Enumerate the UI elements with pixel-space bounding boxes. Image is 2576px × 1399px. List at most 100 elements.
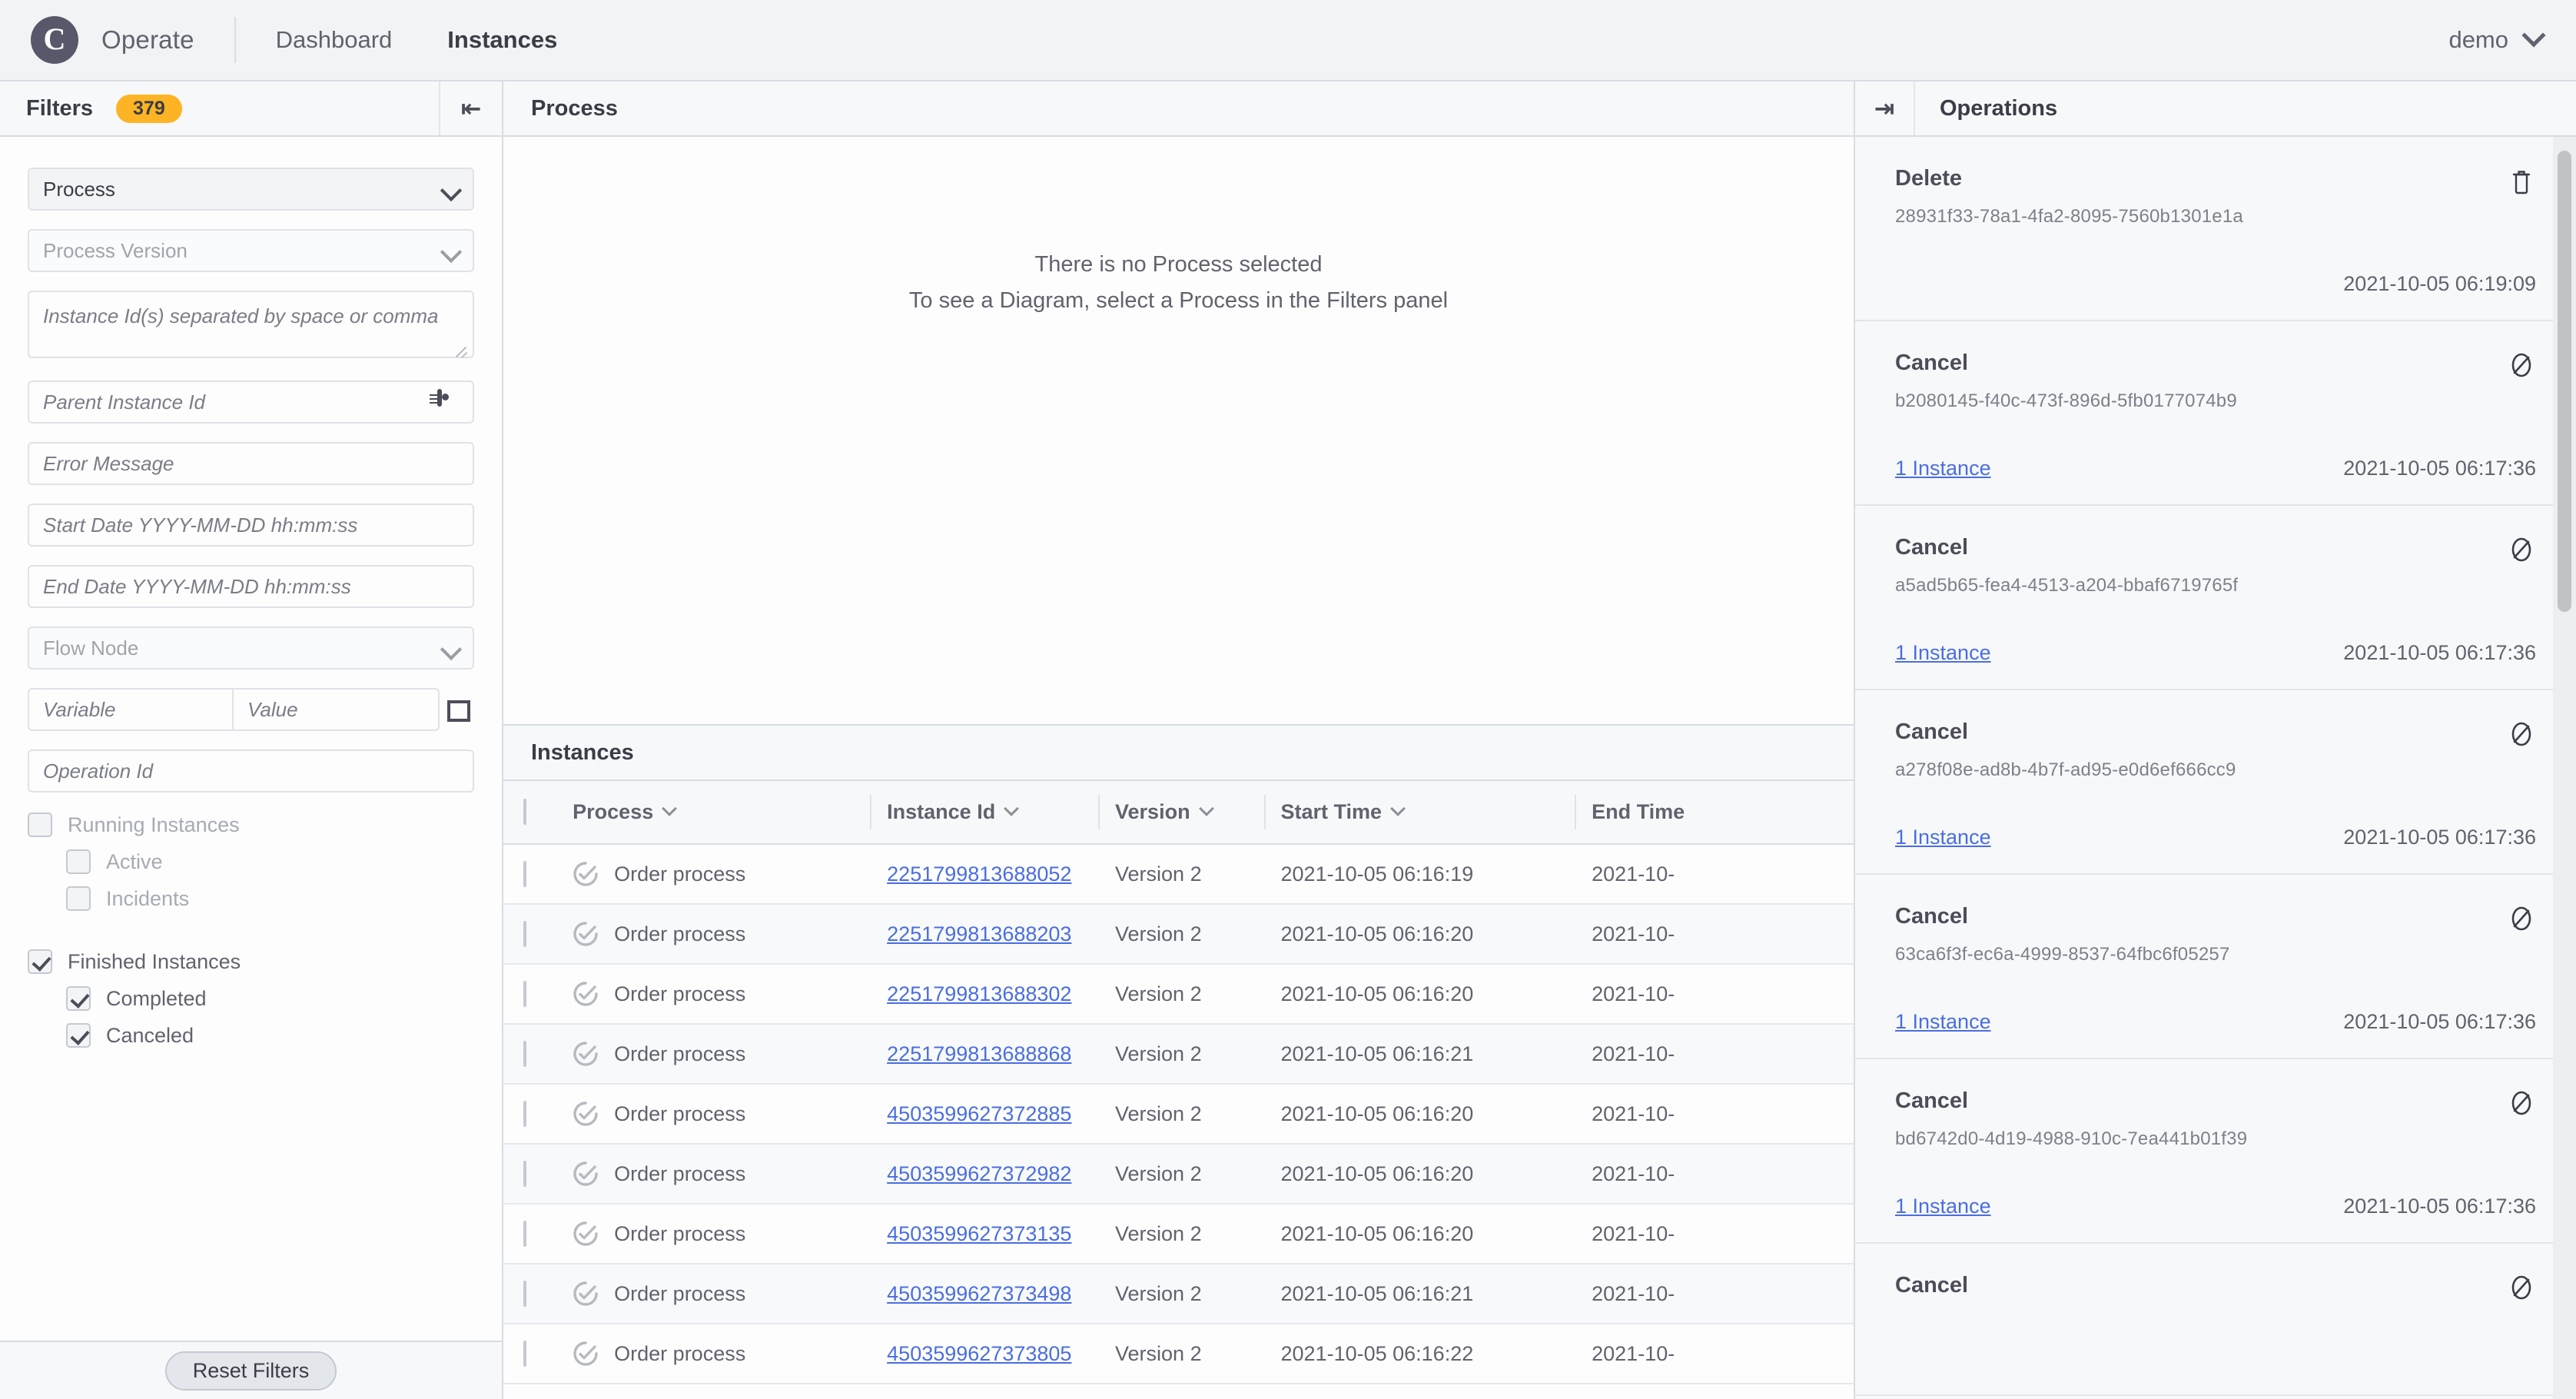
process-select[interactable]: Process <box>28 168 474 211</box>
instance-id-link[interactable]: 4503599627372982 <box>887 1162 1071 1185</box>
checkbox-finished-instances[interactable]: Finished Instances <box>28 949 474 974</box>
version-value: Version 2 <box>1115 1042 1202 1065</box>
cancel-icon[interactable] <box>2507 904 2536 933</box>
completed-icon <box>573 1161 599 1187</box>
variable-name-input[interactable] <box>28 688 234 731</box>
process-select-wrap: Process <box>28 168 474 211</box>
checkbox-canceled[interactable]: Canceled <box>28 1023 474 1048</box>
row-select-cell <box>503 1024 556 1084</box>
end-date-input[interactable] <box>28 565 474 608</box>
sort-instance-id[interactable]: Instance Id <box>887 800 1017 824</box>
table-row[interactable]: Order process4503599627373805Version 220… <box>503 1324 1854 1384</box>
collapse-filters-button[interactable]: ⇤ <box>439 81 502 135</box>
filters-count-badge: 379 <box>116 95 182 123</box>
reset-filters-button[interactable]: Reset Filters <box>165 1351 337 1391</box>
operation-instances-link[interactable]: 1 Instance <box>1895 457 1991 480</box>
row-checkbox[interactable] <box>523 861 526 887</box>
table-row[interactable]: Order process2251799813688203Version 220… <box>503 904 1854 964</box>
expand-operations-button[interactable]: ⇥ <box>1855 81 1915 135</box>
operation-footer: 1 Instance2021-10-05 06:17:36 <box>1895 1193 2536 1219</box>
row-checkbox[interactable] <box>523 1161 526 1187</box>
instance-id-link[interactable]: 4503599627372885 <box>887 1102 1071 1125</box>
table-row[interactable]: Order process4503599627373498Version 220… <box>503 1264 1854 1324</box>
cancel-icon[interactable] <box>2507 719 2536 749</box>
cell-process: Order process <box>556 844 870 904</box>
completed-icon <box>573 1281 599 1307</box>
nav-item-dashboard[interactable]: Dashboard <box>276 26 393 54</box>
sort-end-time[interactable]: End Time <box>1592 800 1685 824</box>
table-row[interactable]: Order process4503599627372885Version 220… <box>503 1084 1854 1144</box>
operation-instances-link[interactable]: 1 Instance <box>1895 1010 1991 1034</box>
operation-item[interactable]: Cancel <box>1855 1244 2576 1396</box>
cell-version: Version 2 <box>1098 844 1264 904</box>
user-menu[interactable]: demo <box>2448 26 2542 54</box>
cancel-icon[interactable] <box>2507 1273 2536 1302</box>
row-checkbox[interactable] <box>523 1221 526 1247</box>
process-version-select[interactable]: Process Version <box>28 229 474 272</box>
row-checkbox[interactable] <box>523 1341 526 1367</box>
version-value: Version 2 <box>1115 922 1202 945</box>
operation-item[interactable]: Cancela278f08e-ad8b-4b7f-ad95-e0d6ef666c… <box>1855 690 2576 875</box>
operation-id-input[interactable] <box>28 749 474 793</box>
variable-value-input[interactable] <box>234 688 440 731</box>
operations-scrollbar[interactable] <box>2558 151 2571 612</box>
table-row[interactable]: Order process 2251799813688052 Version 220… <box>503 844 1854 904</box>
table-row[interactable]: Order process2251799813688302Version 220… <box>503 964 1854 1024</box>
operation-instances-link[interactable]: 1 Instance <box>1895 641 1991 665</box>
sort-start-time[interactable]: Start Time <box>1281 800 1404 824</box>
cancel-icon[interactable] <box>2507 535 2536 564</box>
process-name: Order process <box>614 1102 745 1126</box>
operation-item[interactable]: Cancel63ca6f3f-ec6a-4999-8537-64fbc6f052… <box>1855 875 2576 1059</box>
operation-instances-link[interactable]: 1 Instance <box>1895 826 1991 849</box>
trash-icon[interactable] <box>2507 166 2536 195</box>
table-row[interactable]: Order process2251799813688868Version 220… <box>503 1024 1854 1084</box>
sort-version[interactable]: Version <box>1115 800 1212 824</box>
checkbox-active[interactable]: Active <box>28 849 474 874</box>
table-row[interactable]: Order process4503599627373135Version 220… <box>503 1204 1854 1264</box>
select-all-checkbox[interactable] <box>523 799 526 825</box>
instance-ids-textarea[interactable] <box>28 291 474 358</box>
instance-id-link[interactable]: 4503599627373805 <box>887 1342 1071 1365</box>
instance-id-link[interactable]: 4503599627373498 <box>887 1282 1071 1305</box>
checkbox-running-instances[interactable]: Running Instances <box>28 812 474 837</box>
start-date-input[interactable] <box>28 503 474 547</box>
cell-start-time: 2021-10-05 06:16:20 <box>1264 1204 1575 1264</box>
operation-item[interactable]: Cancela5ad5b65-fea4-4513-a204-bbaf671976… <box>1855 506 2576 690</box>
start-time-value: 2021-10-05 06:16:20 <box>1281 1102 1474 1125</box>
instance-id-link[interactable]: 2251799813688052 <box>887 862 1071 886</box>
operation-item[interactable]: Cancelbd6742d0-4d19-4988-910c-7ea441b01f… <box>1855 1059 2576 1244</box>
checkbox-completed[interactable]: Completed <box>28 986 474 1011</box>
nav-item-instances[interactable]: Instances <box>447 26 557 54</box>
error-message-input[interactable] <box>28 442 474 485</box>
state-filter-checkboxes: Running Instances Active Incidents Finis… <box>28 812 474 1048</box>
instances-table-head: Process Instance Id <box>503 781 1854 844</box>
filters-title: Filters <box>26 96 93 121</box>
instance-id-link[interactable]: 2251799813688868 <box>887 1042 1071 1065</box>
operation-item[interactable]: Delete28931f33-78a1-4fa2-8095-7560b1301e… <box>1855 137 2576 321</box>
table-row[interactable]: Order process4503599627372982Version 220… <box>503 1144 1854 1204</box>
instance-id-link[interactable]: 2251799813688302 <box>887 982 1071 1005</box>
operation-item[interactable]: Cancelb2080145-f40c-473f-896d-5fb0177074… <box>1855 321 2576 506</box>
cell-version: Version 2 <box>1098 964 1264 1024</box>
row-checkbox[interactable] <box>523 1281 526 1307</box>
select-all-header <box>503 781 556 844</box>
version-value: Version 2 <box>1115 1222 1202 1245</box>
cancel-icon[interactable] <box>2507 351 2536 380</box>
checkbox-label: Canceled <box>106 1024 194 1048</box>
sort-process[interactable]: Process <box>573 800 675 824</box>
empty-state-line-2: To see a Diagram, select a Process in th… <box>909 288 1448 314</box>
row-checkbox[interactable] <box>523 981 526 1007</box>
checkbox-incidents[interactable]: Incidents <box>28 886 474 911</box>
row-checkbox[interactable] <box>523 921 526 947</box>
flow-node-select[interactable]: Flow Node <box>28 626 474 670</box>
parent-instance-id-input[interactable] <box>28 380 474 424</box>
instance-id-link[interactable]: 2251799813688203 <box>887 922 1071 945</box>
instance-id-link[interactable]: 4503599627373135 <box>887 1222 1071 1245</box>
user-name: demo <box>2448 26 2508 54</box>
row-checkbox[interactable] <box>523 1101 526 1127</box>
cancel-icon[interactable] <box>2507 1088 2536 1118</box>
operation-instances-link[interactable]: 1 Instance <box>1895 1195 1991 1218</box>
cell-start-time: 2021-10-05 06:16:19 <box>1264 844 1575 904</box>
row-checkbox[interactable] <box>523 1041 526 1067</box>
open-json-editor-button[interactable] <box>440 700 474 719</box>
